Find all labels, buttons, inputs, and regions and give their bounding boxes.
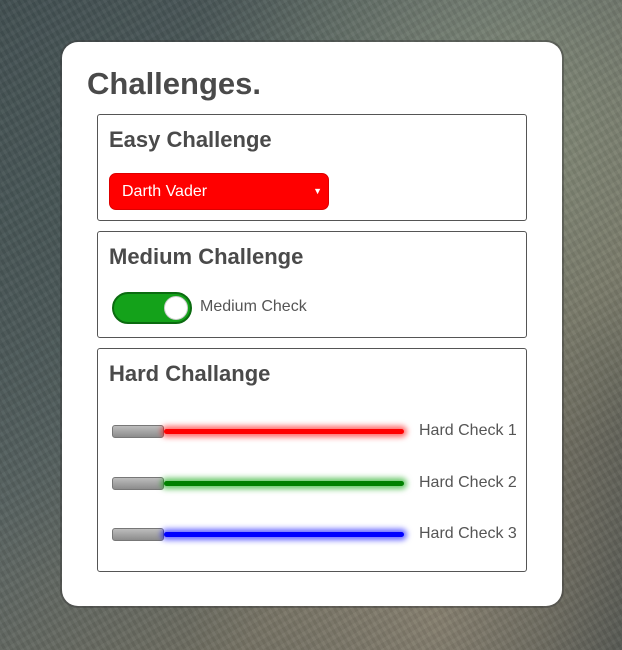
lightsaber-hilt-icon (112, 425, 164, 438)
character-select-value: Darth Vader (122, 183, 208, 200)
toggle-knob (164, 296, 188, 320)
hard-check-3-label: Hard Check 3 (419, 525, 517, 542)
easy-challenge-section: Easy Challenge Darth Vader ▼ (97, 114, 527, 221)
hard-check-1-label: Hard Check 1 (419, 422, 517, 439)
medium-challenge-title: Medium Challenge (109, 244, 304, 269)
hard-check-3-row[interactable]: Hard Check 3 (112, 525, 522, 545)
lightsaber-hilt-icon (112, 477, 164, 490)
medium-check-toggle[interactable] (112, 292, 192, 324)
page-title: Challenges. (87, 66, 261, 101)
lightsaber-blade-blue (164, 532, 404, 537)
challenges-card: Challenges. Easy Challenge Darth Vader ▼… (62, 42, 562, 606)
easy-challenge-title: Easy Challenge (109, 127, 272, 152)
caret-down-icon: ▼ (313, 186, 322, 196)
hard-check-1-row[interactable]: Hard Check 1 (112, 422, 522, 442)
character-select[interactable]: Darth Vader ▼ (109, 173, 329, 210)
lightsaber-blade-red (164, 429, 404, 434)
hard-check-2-row[interactable]: Hard Check 2 (112, 474, 522, 494)
hard-challenge-section: Hard Challange Hard Check 1 Hard Check 2… (97, 348, 527, 572)
hard-check-2-label: Hard Check 2 (419, 474, 517, 491)
lightsaber-hilt-icon (112, 528, 164, 541)
medium-challenge-section: Medium Challenge Medium Check (97, 231, 527, 338)
lightsaber-blade-green (164, 481, 404, 486)
hard-challenge-title: Hard Challange (109, 361, 271, 386)
medium-check-label: Medium Check (200, 298, 307, 315)
